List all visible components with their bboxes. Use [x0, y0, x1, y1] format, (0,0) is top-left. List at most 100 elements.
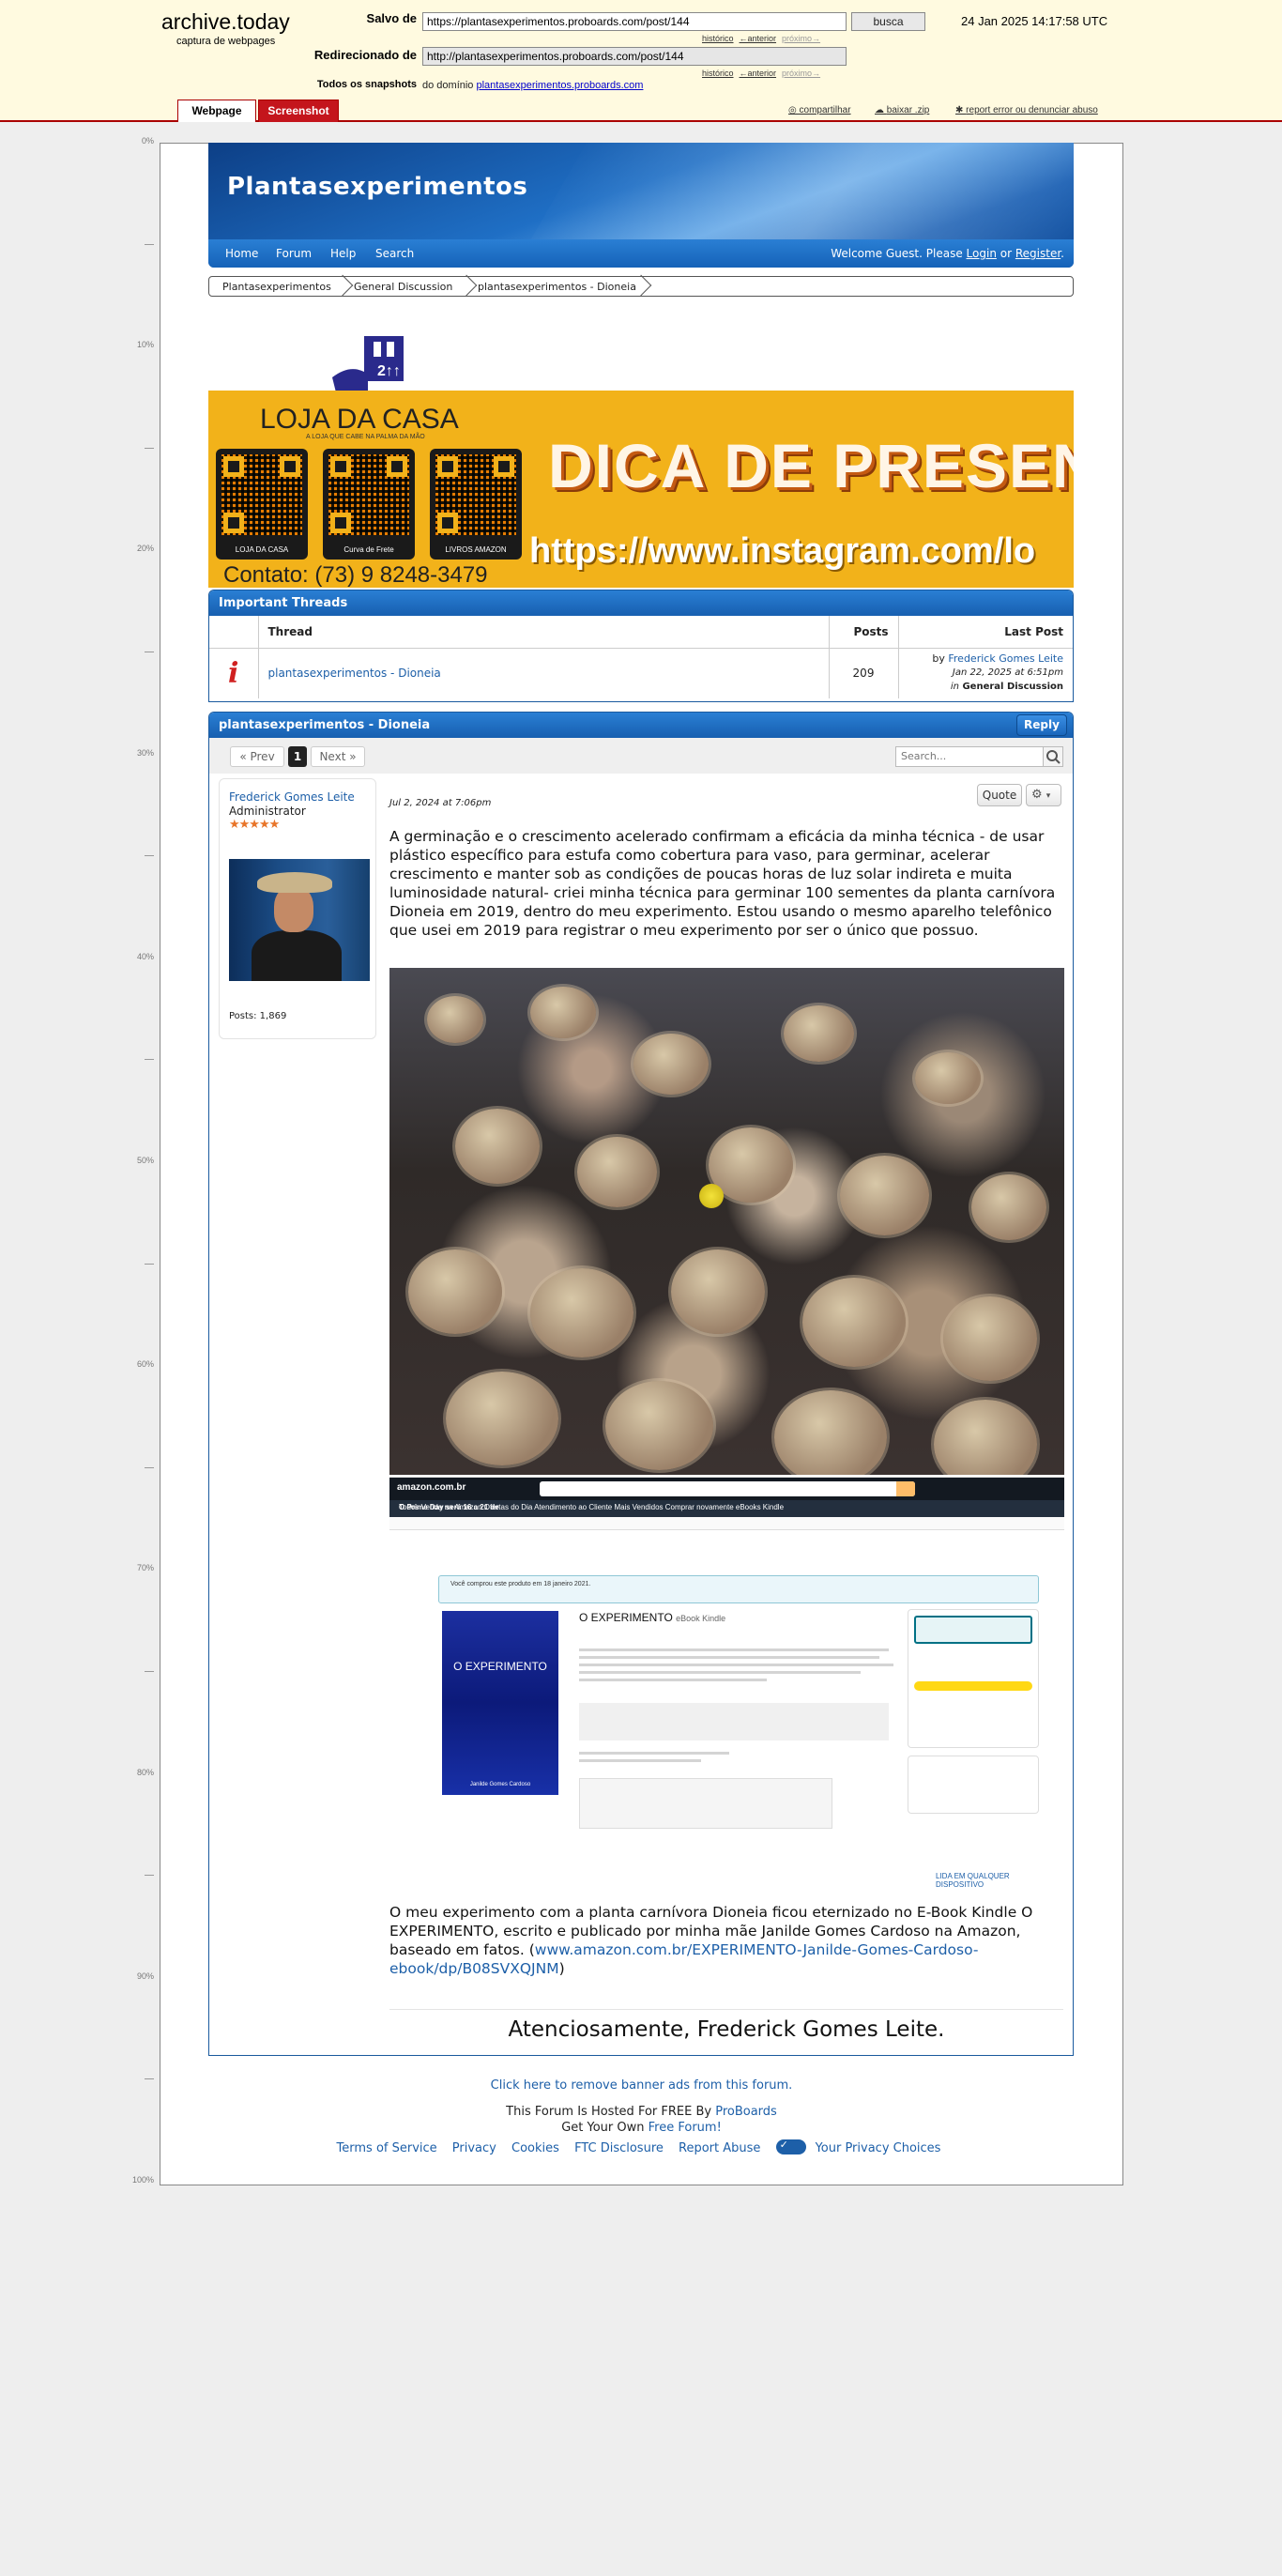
- redirect-url-field[interactable]: http://plantasexperimentos.proboards.com…: [422, 47, 847, 66]
- next-link[interactable]: próximo→: [782, 69, 820, 78]
- last-post-author[interactable]: Frederick Gomes Leite: [948, 652, 1063, 665]
- report-abuse-link[interactable]: Report Abuse: [679, 2141, 760, 2155]
- remove-ads-line: Click here to remove banner ads from thi…: [160, 2078, 1123, 2093]
- snapshots-domain-line: do domínio plantasexperimentos.proboards…: [422, 80, 643, 91]
- breadcrumb-thread[interactable]: plantasexperimentos - Dioneia: [478, 281, 636, 293]
- archive-logo[interactable]: archive.today: [161, 9, 290, 35]
- nav-home[interactable]: Home: [225, 247, 258, 260]
- archive-date: 24 Jan 2025 14:17:58 UTC: [961, 14, 1108, 28]
- redirect-nav-links: histórico ←anterior próximo→: [702, 69, 826, 78]
- ruler-tick: [145, 447, 154, 449]
- prev-link[interactable]: ←anterior: [740, 34, 777, 43]
- amazon-other-sellers: [908, 1756, 1039, 1814]
- terms-link[interactable]: Terms of Service: [337, 2141, 437, 2155]
- post-options-button[interactable]: ⚙ ▾: [1026, 784, 1061, 806]
- free-forum-link[interactable]: Free Forum!: [649, 2121, 722, 2135]
- info-icon: i: [209, 648, 259, 698]
- amazon-purchase-notice: Você comprou este produto em 18 janeiro …: [438, 1575, 1039, 1603]
- column-last-post: Last Post: [898, 616, 1073, 649]
- archive-header: archive.today captura de webpages Salvo …: [0, 0, 1282, 122]
- ruler-label: 100%: [131, 2175, 154, 2185]
- ruler-label: 50%: [136, 1156, 154, 1165]
- last-post: by Frederick Gomes Leite Jan 22, 2025 at…: [932, 652, 1063, 693]
- register-link[interactable]: Register: [1015, 247, 1061, 260]
- ruler-tick: [145, 855, 154, 857]
- svg-text:2↑↑: 2↑↑: [377, 363, 401, 379]
- signature-divider: [389, 2009, 1063, 2010]
- breadcrumb-separator: [335, 276, 346, 297]
- important-threads-table: Thread Posts Last Post i plantasexperime…: [209, 616, 1073, 698]
- tab-screenshot[interactable]: Screenshot: [258, 100, 339, 122]
- thread-link[interactable]: plantasexperimentos - Dioneia: [258, 648, 830, 698]
- post-signature: Atenciosamente, Frederick Gomes Leite.: [508, 2017, 945, 2042]
- share-link[interactable]: ◎ compartilhar: [788, 105, 851, 115]
- advertisement-banner[interactable]: LOJA DA CASA A LOJA QUE CABE NA PALMA DA…: [208, 391, 1074, 588]
- ftc-disclosure-link[interactable]: FTC Disclosure: [574, 2141, 664, 2155]
- privacy-choices-link[interactable]: Your Privacy Choices: [775, 2139, 947, 2155]
- avatar[interactable]: [229, 859, 370, 981]
- book-cover-author: Janilde Gomes Cardoso: [469, 1782, 531, 1787]
- post-body: A germinação e o crescimento acelerado c…: [389, 828, 1056, 939]
- search-icon[interactable]: [1043, 746, 1063, 767]
- last-post-board[interactable]: General Discussion: [962, 682, 1063, 692]
- share-icon: ◎: [788, 105, 800, 115]
- reply-button[interactable]: Reply: [1016, 714, 1067, 736]
- quote-button[interactable]: Quote: [977, 784, 1022, 806]
- amazon-nav: Todos Venda na Amazon Ofertas do Dia Ate…: [389, 1500, 1064, 1517]
- report-link[interactable]: ✱ report error ou denunciar abuso: [955, 105, 1098, 115]
- author-post-count: Posts: 1,869: [229, 1011, 287, 1021]
- chevron-down-icon: ▾: [1045, 791, 1051, 801]
- cookies-link[interactable]: Cookies: [511, 2141, 559, 2155]
- column-thread: Thread: [258, 616, 830, 649]
- nav-forum[interactable]: Forum: [276, 247, 312, 260]
- amazon-top-bar: amazon.com.br: [389, 1478, 1064, 1500]
- proboards-link[interactable]: ProBoards: [715, 2105, 777, 2119]
- breadcrumb-separator: [633, 276, 645, 297]
- snapshots-label: Todos os snapshots: [316, 79, 417, 90]
- snapshots-domain-link[interactable]: plantasexperimentos.proboards.com: [477, 80, 644, 91]
- search-button[interactable]: busca: [851, 12, 925, 31]
- next-link[interactable]: próximo→: [782, 34, 820, 43]
- prev-page-button[interactable]: « Prev: [230, 746, 284, 767]
- banner-slogan: A LOJA QUE CABE NA PALMA DA MÃO: [306, 434, 425, 440]
- snapshots-prefix: do domínio: [422, 80, 474, 91]
- next-page-button[interactable]: Next »: [311, 746, 365, 767]
- forum-title[interactable]: Plantasexperimentos: [227, 173, 527, 201]
- gear-icon: ⚙: [1031, 788, 1043, 802]
- amazon-subnav: [389, 1517, 1064, 1530]
- privacy-toggle-icon: [775, 2139, 806, 2154]
- column-posts: Posts: [829, 616, 899, 649]
- ruler-label: 0%: [141, 136, 154, 146]
- remove-ads-link[interactable]: Click here to remove banner ads from thi…: [491, 2078, 793, 2093]
- ruler-label: 20%: [136, 544, 154, 554]
- amazon-prime-banner: O Prime Day será 16 a 21 de: [399, 1503, 499, 1511]
- prev-link[interactable]: ←anterior: [740, 69, 777, 78]
- privacy-link[interactable]: Privacy: [452, 2141, 496, 2155]
- saved-url-field[interactable]: https://plantasexperimentos.proboards.co…: [422, 12, 847, 31]
- download-link[interactable]: ☁ baixar .zip: [875, 105, 929, 115]
- banner-instagram: https://www.instagram.com/lo: [529, 531, 1036, 571]
- post-photo[interactable]: [389, 968, 1064, 1475]
- history-link[interactable]: histórico: [702, 34, 734, 43]
- history-link[interactable]: histórico: [702, 69, 734, 78]
- amazon-screenshot[interactable]: amazon.com.br Todos Venda na Amazon Ofer…: [389, 1477, 1064, 1899]
- thread-search-input[interactable]: Search...: [895, 746, 1044, 767]
- archive-subtitle: captura de webpages: [176, 36, 276, 47]
- last-post-date[interactable]: Jan 22, 2025 at 6:51pm: [953, 667, 1063, 678]
- post-date[interactable]: Jul 2, 2024 at 7:06pm: [389, 798, 491, 808]
- qr-code-livros: LIVROS AMAZON: [430, 449, 522, 560]
- rank-stars-icon: ★★★★★: [229, 818, 280, 832]
- tab-webpage[interactable]: Webpage: [177, 100, 256, 122]
- nav-search[interactable]: Search: [375, 247, 414, 260]
- pagination-bar: « Prev 1 Next » Search...: [209, 738, 1073, 774]
- author-name[interactable]: Frederick Gomes Leite: [229, 790, 355, 804]
- nav-help[interactable]: Help: [330, 247, 356, 260]
- table-row[interactable]: i plantasexperimentos - Dioneia 209 by F…: [209, 648, 1073, 698]
- welcome-message: Welcome Guest. Please Login or Register.: [831, 247, 1064, 260]
- breadcrumb-board[interactable]: General Discussion: [354, 281, 452, 293]
- thread-heading: plantasexperimentos - Dioneia Reply: [209, 713, 1073, 738]
- login-link[interactable]: Login: [967, 247, 997, 260]
- breadcrumb-home[interactable]: Plantasexperimentos: [222, 281, 331, 293]
- thread-title: plantasexperimentos - Dioneia: [219, 718, 431, 732]
- ruler-tick: [145, 1263, 154, 1265]
